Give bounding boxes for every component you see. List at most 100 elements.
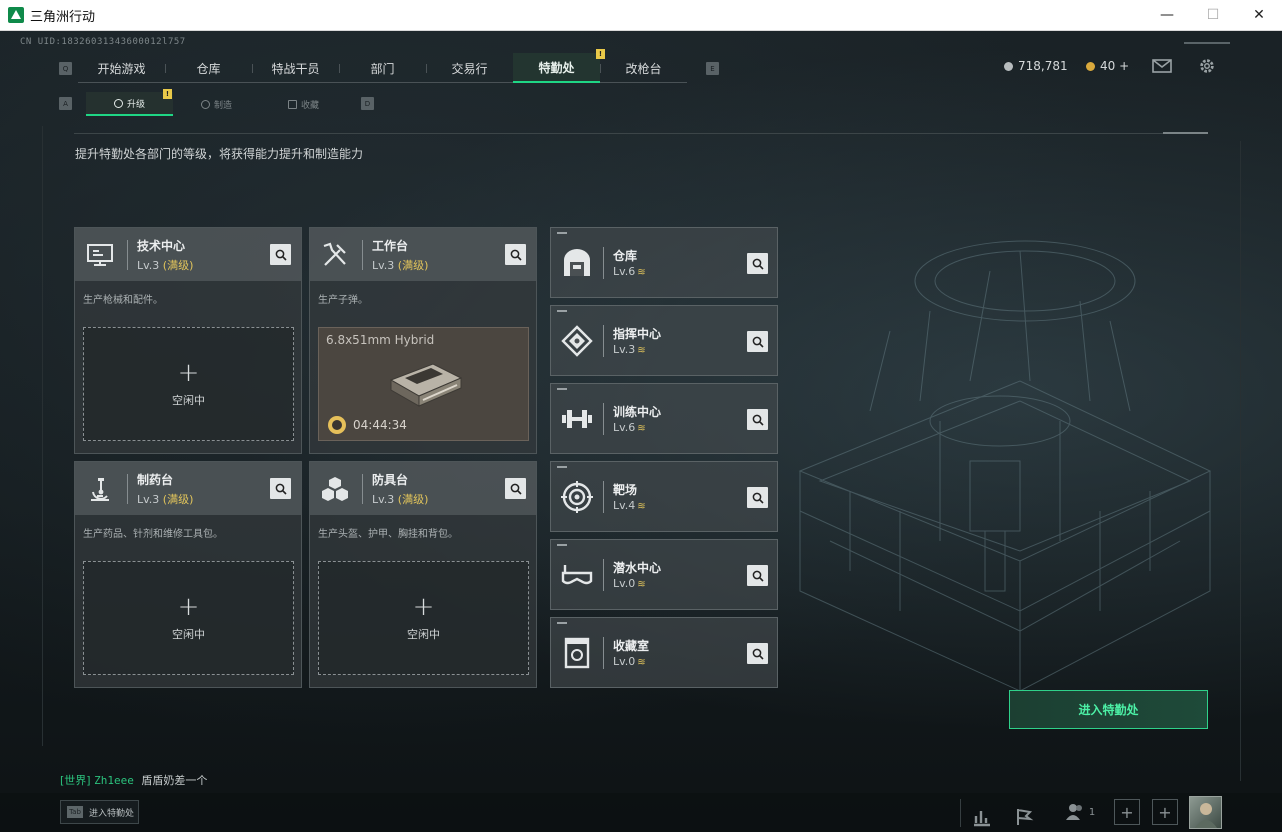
tab-right-key-hint: E (706, 62, 719, 75)
production-slot-empty[interactable]: + 空闲中 (83, 561, 294, 675)
facility-card-command-center[interactable]: 指挥中心 Lv.3 ≋ (550, 305, 778, 376)
card-separator (362, 473, 363, 504)
inspect-button[interactable] (747, 331, 768, 352)
level-value: Lv.0 (613, 655, 636, 668)
facility-card-warehouse[interactable]: 仓库 Lv.6 ≋ (550, 227, 778, 298)
tab-special-ops-label: 特勤处 (538, 60, 575, 75)
decor-line (1184, 42, 1230, 44)
page-description: 提升特勤处各部门的等级，将获得能力提升和制造能力 (75, 147, 364, 161)
inspect-button[interactable] (505, 478, 526, 499)
invite-slot-1[interactable]: + (1114, 797, 1140, 827)
maximize-button[interactable]: ☐ (1190, 0, 1236, 30)
ticket-balance[interactable]: 40 + (1086, 59, 1129, 73)
tab-key: Tab (67, 806, 83, 818)
inspect-button[interactable] (747, 643, 768, 664)
warehouse-icon (564, 249, 590, 276)
facility-level: Lv.6 ≋ (613, 421, 646, 434)
level-value: Lv.6 (613, 265, 636, 278)
department-card-tech-center[interactable]: 技术中心 Lv.3 (满级) 生产枪械和配件。 + 空闲中 (74, 227, 302, 454)
max-level-tag: (满级) (162, 492, 194, 506)
notification-badge: ! (596, 49, 605, 59)
subtab-badge: ! (163, 89, 172, 99)
minimize-button[interactable]: — (1144, 0, 1190, 30)
chat-channel: [世界] (60, 774, 91, 787)
inspect-button[interactable] (747, 487, 768, 508)
facility-title: 指挥中心 (613, 327, 662, 341)
card-separator (127, 239, 128, 270)
plus-icon: + (1152, 799, 1178, 825)
inspect-button[interactable] (747, 565, 768, 586)
chat-sender: Zh1eee (94, 774, 134, 787)
card-header: 防具台 Lv.3 (满级) (310, 462, 536, 515)
card-level: Lv.3 (满级) (372, 491, 428, 507)
level-value: Lv.3 (372, 492, 395, 506)
tab-trading[interactable]: 交易行 (426, 53, 513, 83)
slot-status: 空闲中 (407, 628, 440, 641)
tab-gunsmith[interactable]: 改枪台 (600, 53, 687, 83)
subtab-upgrade[interactable]: 升级 (86, 92, 173, 116)
plus-icon: + (177, 358, 200, 388)
department-card-armor-bench[interactable]: 防具台 Lv.3 (满级) 生产头盔、护甲、胸挂和背包。 + 空闲中 (309, 461, 537, 688)
facility-card-collection-room[interactable]: 收藏室 Lv.0 ≋ (550, 617, 778, 688)
chat-message[interactable]: [世界] Zh1eee 盾盾奶差一个 (60, 772, 207, 788)
ammo-box-image (389, 363, 463, 407)
inspect-button[interactable] (747, 253, 768, 274)
blueprint-background (798, 240, 1212, 692)
dumbbell-icon (562, 410, 592, 428)
upgrade-available-icon: ≋ (637, 657, 646, 668)
tab-departments[interactable]: 部门 (339, 53, 426, 83)
inspect-button[interactable] (505, 244, 526, 265)
inspect-button[interactable] (747, 409, 768, 430)
facility-card-shooting-range[interactable]: 靶场 Lv.4 ≋ (550, 461, 778, 532)
ticket-amount: 40 + (1100, 59, 1130, 73)
goggles-icon (561, 565, 593, 585)
inspect-button[interactable] (270, 244, 291, 265)
card-title: 工作台 (372, 238, 409, 253)
facility-card-diving-center[interactable]: 潜水中心 Lv.0 ≋ (550, 539, 778, 610)
subtab-collection-label: 收藏 (300, 100, 319, 111)
department-card-pharmacy[interactable]: 制药台 Lv.3 (满级) 生产药品、针剂和维修工具包。 + 空闲中 (74, 461, 302, 688)
card-separator (603, 325, 604, 357)
production-slot-active[interactable]: 6.8x51mm Hybrid 04:44:34 (318, 327, 529, 441)
flag-icon[interactable] (1014, 802, 1034, 832)
mail-icon[interactable] (1152, 57, 1172, 75)
tab-special-ops[interactable]: 特勤处 (513, 53, 600, 83)
invite-slot-2[interactable]: + (1152, 797, 1178, 827)
friends-count: 1 (1088, 806, 1096, 818)
tab-shortcut-hint[interactable]: Tab 进入特勤处 (60, 800, 139, 824)
gear-icon[interactable] (1197, 57, 1217, 75)
search-icon (752, 570, 764, 582)
friends-button[interactable]: 1 (1060, 797, 1100, 827)
enter-special-ops-button[interactable]: 进入特勤处 (1009, 690, 1208, 729)
app-logo-icon (8, 7, 24, 23)
card-separator (603, 559, 604, 591)
tab-start-game[interactable]: 开始游戏 (78, 53, 165, 83)
card-level: Lv.3 (满级) (137, 491, 193, 507)
avatar[interactable] (1189, 796, 1222, 829)
department-card-workbench[interactable]: 工作台 Lv.3 (满级) 生产子弹。 6.8x51mm Hybrid 04:4… (309, 227, 537, 454)
tab-operators[interactable]: 特战干员 (252, 53, 339, 83)
collection-tab-icon (287, 99, 297, 109)
frame-line-top (74, 133, 1164, 134)
card-level: Lv.3 (满级) (137, 257, 193, 273)
tab-warehouse[interactable]: 仓库 (165, 53, 252, 83)
slot-status: 空闲中 (172, 394, 205, 407)
stats-icon[interactable] (972, 802, 992, 832)
upgrade-available-icon: ≋ (637, 501, 646, 512)
inspect-button[interactable] (270, 478, 291, 499)
sub-navigation: 升级 制造 收藏 (86, 92, 347, 116)
upgrade-available-icon: ≋ (637, 267, 646, 278)
production-slot-empty[interactable]: + 空闲中 (318, 561, 529, 675)
tab-left-key-hint: Q (59, 62, 72, 75)
facility-level: Lv.6 ≋ (613, 265, 646, 278)
close-button[interactable]: ✕ (1236, 0, 1282, 30)
facility-card-training-center[interactable]: 训练中心 Lv.6 ≋ (550, 383, 778, 454)
production-slot-empty[interactable]: + 空闲中 (83, 327, 294, 441)
card-decor (557, 388, 567, 390)
subtab-collection[interactable]: 收藏 (260, 92, 347, 116)
search-icon (275, 249, 287, 261)
card-decor (557, 466, 567, 468)
subtab-craft[interactable]: 制造 (173, 92, 260, 116)
search-icon (752, 414, 764, 426)
monitor-icon (87, 243, 113, 266)
